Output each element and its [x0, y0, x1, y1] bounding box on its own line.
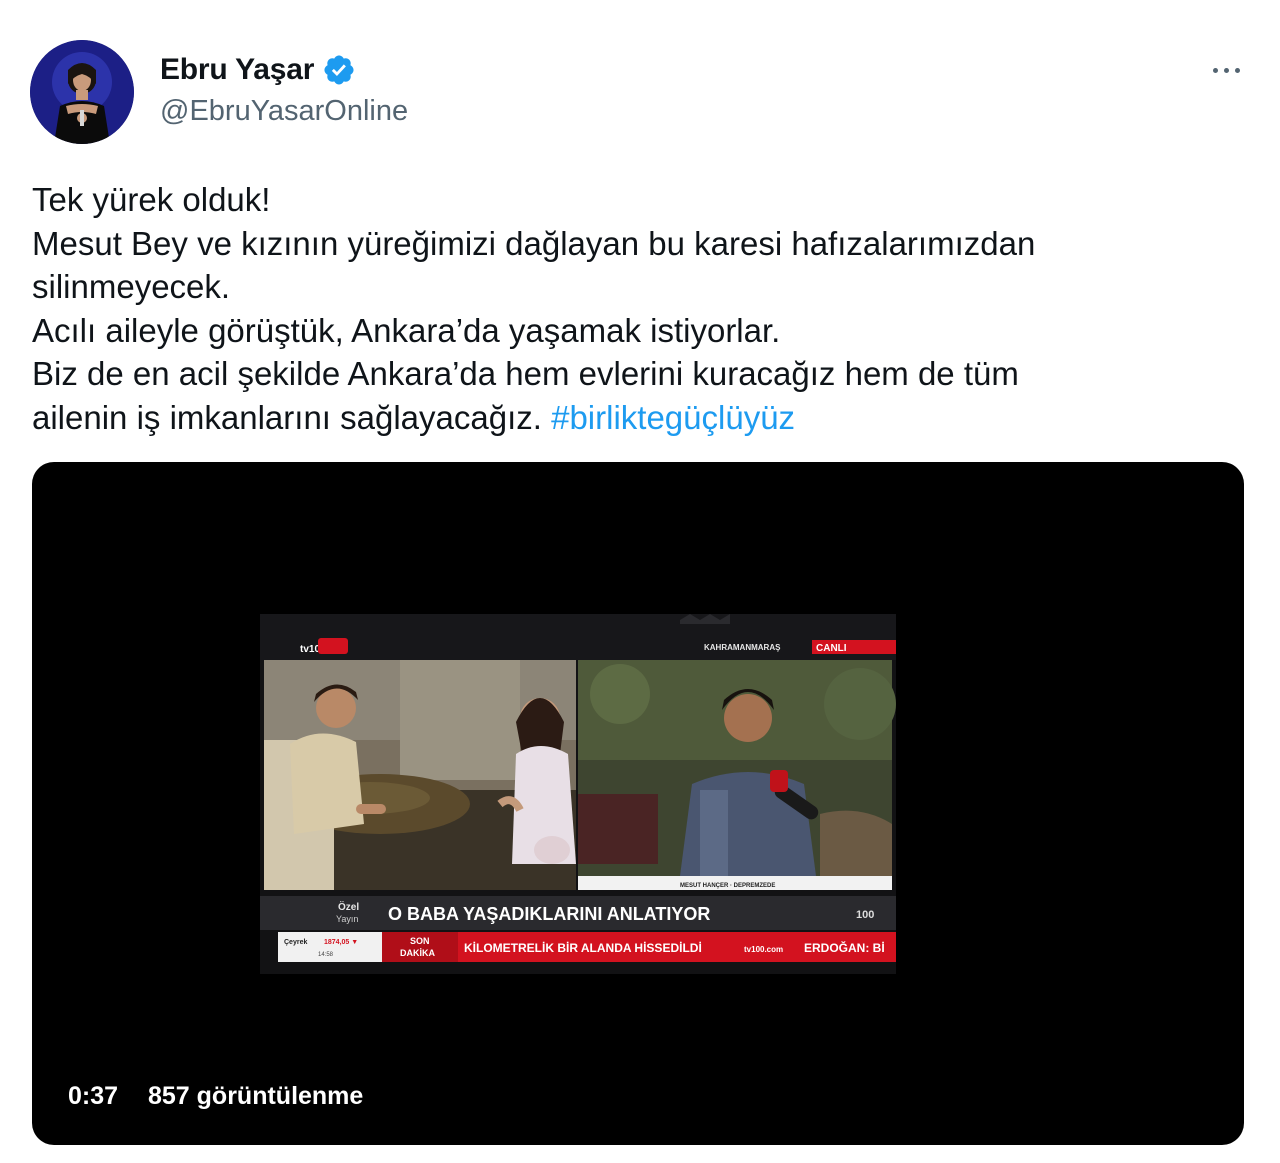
avatar[interactable] [30, 40, 134, 144]
location-label: KAHRAMANMARAŞ [704, 643, 781, 652]
author-handle[interactable]: @EbruYasarOnline [160, 95, 408, 128]
interviewee-name: MESUT HANÇER · DEPREMZEDE [680, 883, 775, 889]
tweet-line-last: ailenin iş imkanlarını sağlayacağız. #bi… [32, 396, 1232, 440]
verified-badge-icon [324, 55, 354, 85]
ticker-left-sub: 14:58 [318, 952, 334, 958]
corner-logo: 100 [856, 909, 874, 921]
live-badge: CANLI [816, 643, 847, 654]
news-broadcast-frame: tv100 KAHRAMANMARAŞ CANLI MESUT HANÇER ·… [260, 614, 896, 974]
video-duration: 0:37 [68, 1082, 119, 1110]
tweet-text: Tek yürek olduk! Mesut Bey ve kızının yü… [32, 178, 1232, 439]
ticker-text: KİLOMETRELİK BİR ALANDA HİSSEDİLDİ [464, 940, 702, 955]
headline-text: O BABA YAŞADIKLARINI ANLATIYOR [388, 904, 710, 924]
more-horizontal-icon [1212, 67, 1218, 73]
ticker-left-label: Çeyrek [284, 939, 307, 946]
breaking-label-top: SON [410, 936, 430, 946]
ticker-logo: tv100.com [744, 945, 783, 954]
video-view-count: 857 görüntülenme [148, 1082, 364, 1110]
tweet-line: silinmeyecek. [32, 268, 231, 305]
tweet-line: Acılı aileyle görüştük, Ankara’da yaşama… [32, 311, 781, 349]
avatar-photo [30, 40, 134, 144]
more-options-button[interactable] [1206, 58, 1246, 82]
tweet-card: Ebru Yaşar @EbruYasarOnline Tek yürek ol… [0, 0, 1280, 1163]
breaking-label-bottom: DAKİKA [400, 948, 435, 958]
tweet-line-text: ailenin iş imkanlarını sağlayacağız. [32, 398, 552, 436]
tweet-line: Biz de en acil şekilde Ankara’da hem evl… [32, 355, 1019, 392]
special-broadcast-bottom: Yayın [336, 914, 358, 924]
author-name-row[interactable]: Ebru Yaşar [160, 52, 356, 88]
video-player[interactable]: tv100 KAHRAMANMARAŞ CANLI MESUT HANÇER ·… [32, 462, 1244, 1145]
tweet-line: Tek yürek olduk! [32, 181, 271, 218]
hashtag-link[interactable]: #birliktegüçlüyüz [551, 399, 795, 436]
ticker-next: ERDOĞAN: Bİ [804, 940, 885, 955]
author-display-name[interactable]: Ebru Yaşar [160, 53, 314, 87]
special-broadcast-top: Özel [338, 900, 359, 913]
ticker-left-value: 1874,05 ▼ [324, 939, 358, 946]
video-frame[interactable]: tv100 KAHRAMANMARAŞ CANLI MESUT HANÇER ·… [260, 614, 896, 974]
tweet-line: Mesut Bey ve kızının yüreğimizi dağlayan… [32, 224, 1036, 262]
